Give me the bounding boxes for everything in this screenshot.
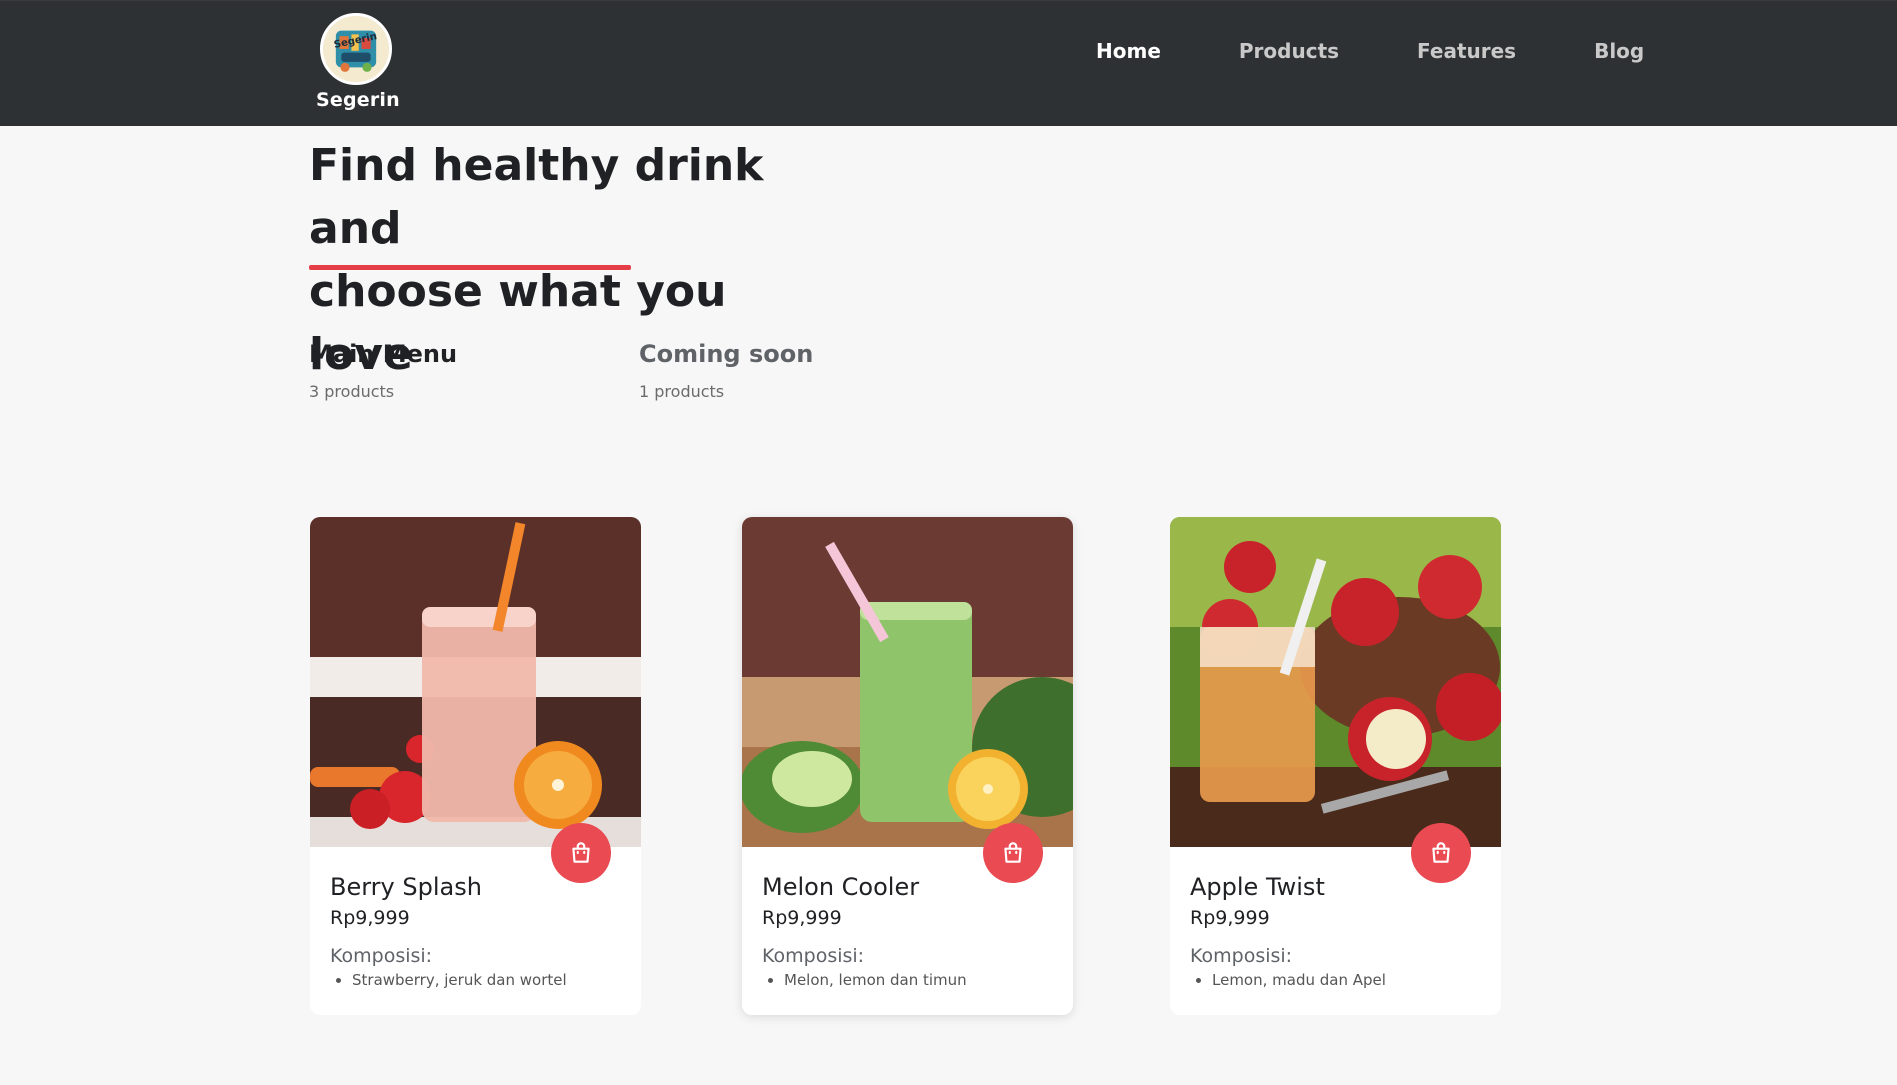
composition-item: Melon, lemon dan timun [784, 971, 1053, 989]
nav-home[interactable]: Home [1096, 39, 1161, 63]
apple-drink-image [1170, 517, 1501, 847]
shopping-bag-icon [1004, 842, 1022, 863]
category-coming-soon[interactable]: Coming soon 1 products [639, 340, 813, 401]
navbar: Segerin Segerin Home Products Features B… [0, 0, 1897, 126]
strawberry-smoothie-image [310, 517, 641, 847]
brand[interactable]: Segerin Segerin [316, 13, 400, 111]
product-card-melon-cooler[interactable]: Melon Cooler Rp9,999 Komposisi: Melon, l… [742, 517, 1073, 1015]
category-count: 3 products [309, 382, 395, 401]
add-to-cart-button[interactable] [1411, 823, 1471, 883]
brand-logo-icon: Segerin [323, 16, 389, 82]
hero-title-line-1: Find healthy drink and [309, 140, 764, 254]
composition-label: Komposisi: [1190, 945, 1293, 967]
brand-name[interactable]: Segerin [316, 89, 400, 111]
category-count: 1 products [639, 382, 725, 401]
shopping-bag-icon [572, 842, 590, 863]
category-title: Main Menu [309, 340, 458, 368]
product-price: Rp9,999 [330, 907, 410, 929]
nav-products[interactable]: Products [1239, 39, 1339, 63]
composition-label: Komposisi: [762, 945, 865, 967]
composition-list: Strawberry, jeruk dan wortel [330, 971, 621, 989]
nav-blog[interactable]: Blog [1594, 39, 1644, 63]
shopping-bag-icon [1432, 842, 1450, 863]
composition-list: Melon, lemon dan timun [762, 971, 1053, 989]
main-nav: Home Products Features Blog [1096, 39, 1644, 63]
product-price: Rp9,999 [1190, 907, 1270, 929]
product-card-apple-twist[interactable]: Apple Twist Rp9,999 Komposisi: Lemon, ma… [1170, 517, 1501, 1015]
composition-list: Lemon, madu dan Apel [1190, 971, 1481, 989]
add-to-cart-button[interactable] [983, 823, 1043, 883]
composition-item: Strawberry, jeruk dan wortel [352, 971, 621, 989]
composition-label: Komposisi: [330, 945, 433, 967]
product-card-berry-splash[interactable]: Berry Splash Rp9,999 Komposisi: Strawber… [310, 517, 641, 1015]
category-title: Coming soon [639, 340, 814, 368]
composition-item: Lemon, madu dan Apel [1212, 971, 1481, 989]
melon-smoothie-image [742, 517, 1073, 847]
brand-logo[interactable]: Segerin [320, 13, 392, 85]
add-to-cart-button[interactable] [551, 823, 611, 883]
hero-underline [309, 265, 631, 270]
category-main-menu[interactable]: Main Menu 3 products [309, 340, 457, 401]
product-price: Rp9,999 [762, 907, 842, 929]
nav-features[interactable]: Features [1417, 39, 1516, 63]
